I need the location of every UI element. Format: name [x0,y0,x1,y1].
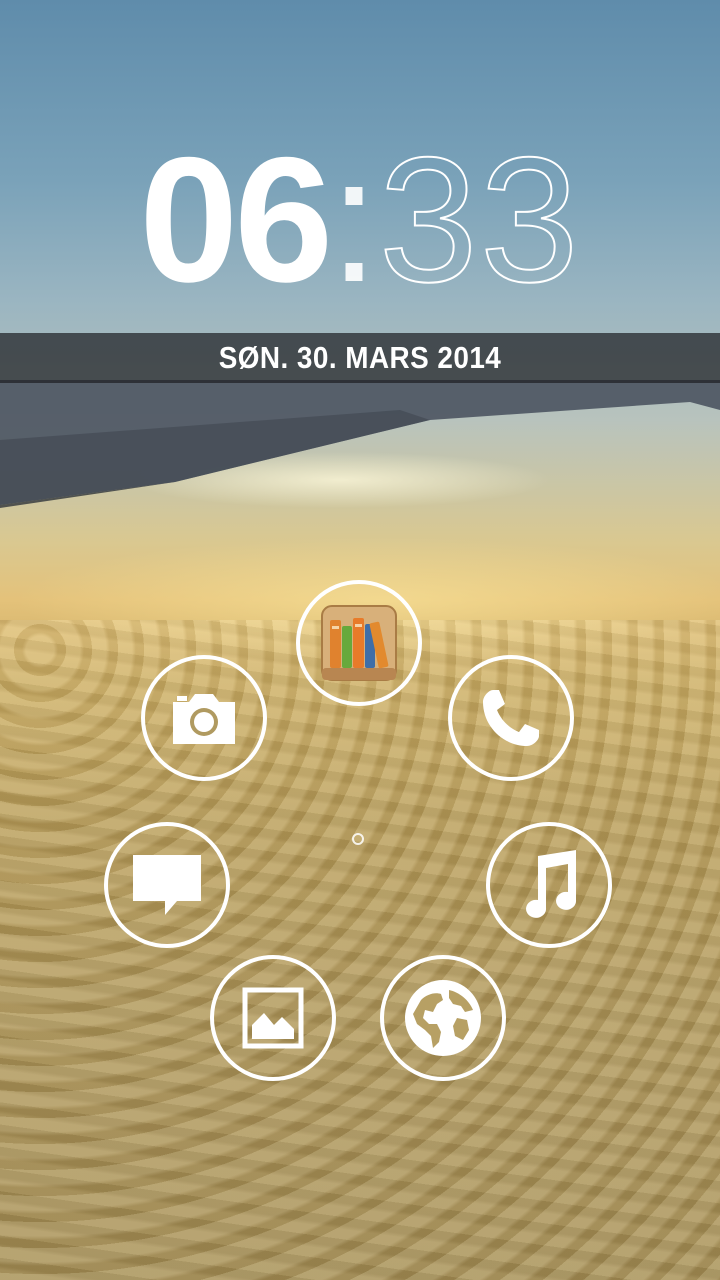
airplane-wing [0,380,720,508]
camera-icon [169,690,239,746]
messaging-shortcut[interactable] [104,822,230,948]
cloud-layer [0,620,720,1280]
picture-icon [242,987,304,1049]
gallery-shortcut[interactable] [210,955,336,1081]
browser-shortcut[interactable] [380,955,506,1081]
camera-shortcut[interactable] [141,655,267,781]
music-note-icon [518,850,580,920]
music-shortcut[interactable] [486,822,612,948]
clock-minutes: 33 [378,120,581,319]
globe-icon [403,978,483,1058]
date-label: SØN. 30. MARS 2014 [218,340,502,375]
library-app-shortcut[interactable] [296,580,422,706]
message-icon [131,853,203,917]
phone-shortcut[interactable] [448,655,574,781]
clock-separator: : [329,120,379,319]
date-bar: SØN. 30. MARS 2014 [0,333,720,383]
clock-hours: 06 [139,120,333,319]
bookshelf-icon [320,604,398,682]
unlock-handle[interactable] [352,833,364,845]
phone-icon [479,686,543,750]
clock: 06:33 [0,124,720,316]
